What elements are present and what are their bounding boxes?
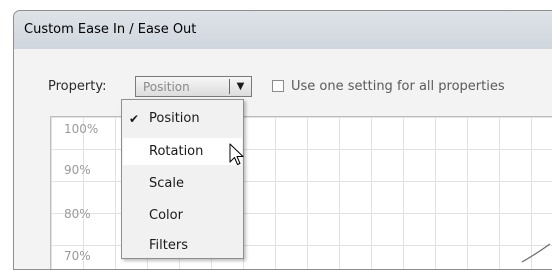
property-dropdown-menu: ✔ Position Rotation Scale Color Filters xyxy=(121,99,244,259)
menu-item-label: Position xyxy=(149,111,200,126)
title-bar: Custom Ease In / Ease Out xyxy=(14,11,552,49)
menu-item-label: Rotation xyxy=(149,144,204,159)
custom-ease-dialog: Custom Ease In / Ease Out Property: Posi… xyxy=(13,10,552,270)
window-title: Custom Ease In / Ease Out xyxy=(24,22,197,37)
menu-item-label: Scale xyxy=(149,176,184,191)
checkmark-icon: ✔ xyxy=(128,111,140,126)
use-one-setting-label[interactable]: Use one setting for all properties xyxy=(291,79,505,94)
menu-item-label: Color xyxy=(149,208,183,223)
y-label-70: 70% xyxy=(64,249,91,263)
menu-item-color[interactable]: Color xyxy=(123,202,242,229)
property-label: Property: xyxy=(48,79,107,94)
menu-item-position[interactable]: ✔ Position xyxy=(123,105,242,132)
menu-item-scale[interactable]: Scale xyxy=(123,170,242,197)
chevron-down-icon[interactable]: ▼ xyxy=(230,81,251,92)
y-label-80: 80% xyxy=(64,207,91,221)
y-label-100: 100% xyxy=(64,122,99,136)
arrow-cursor-icon xyxy=(229,143,244,165)
property-select-value: Position xyxy=(143,79,190,94)
property-select[interactable]: Position ▼ xyxy=(135,76,252,97)
ease-curve[interactable] xyxy=(520,240,552,263)
y-label-90: 90% xyxy=(64,163,91,177)
menu-item-rotation[interactable]: Rotation xyxy=(123,138,242,165)
use-one-setting-checkbox[interactable] xyxy=(272,80,284,92)
menu-item-label: Filters xyxy=(149,238,188,253)
dialog-content: Property: Position ▼ Use one setting for… xyxy=(14,49,552,269)
menu-item-filters[interactable]: Filters xyxy=(123,232,242,259)
